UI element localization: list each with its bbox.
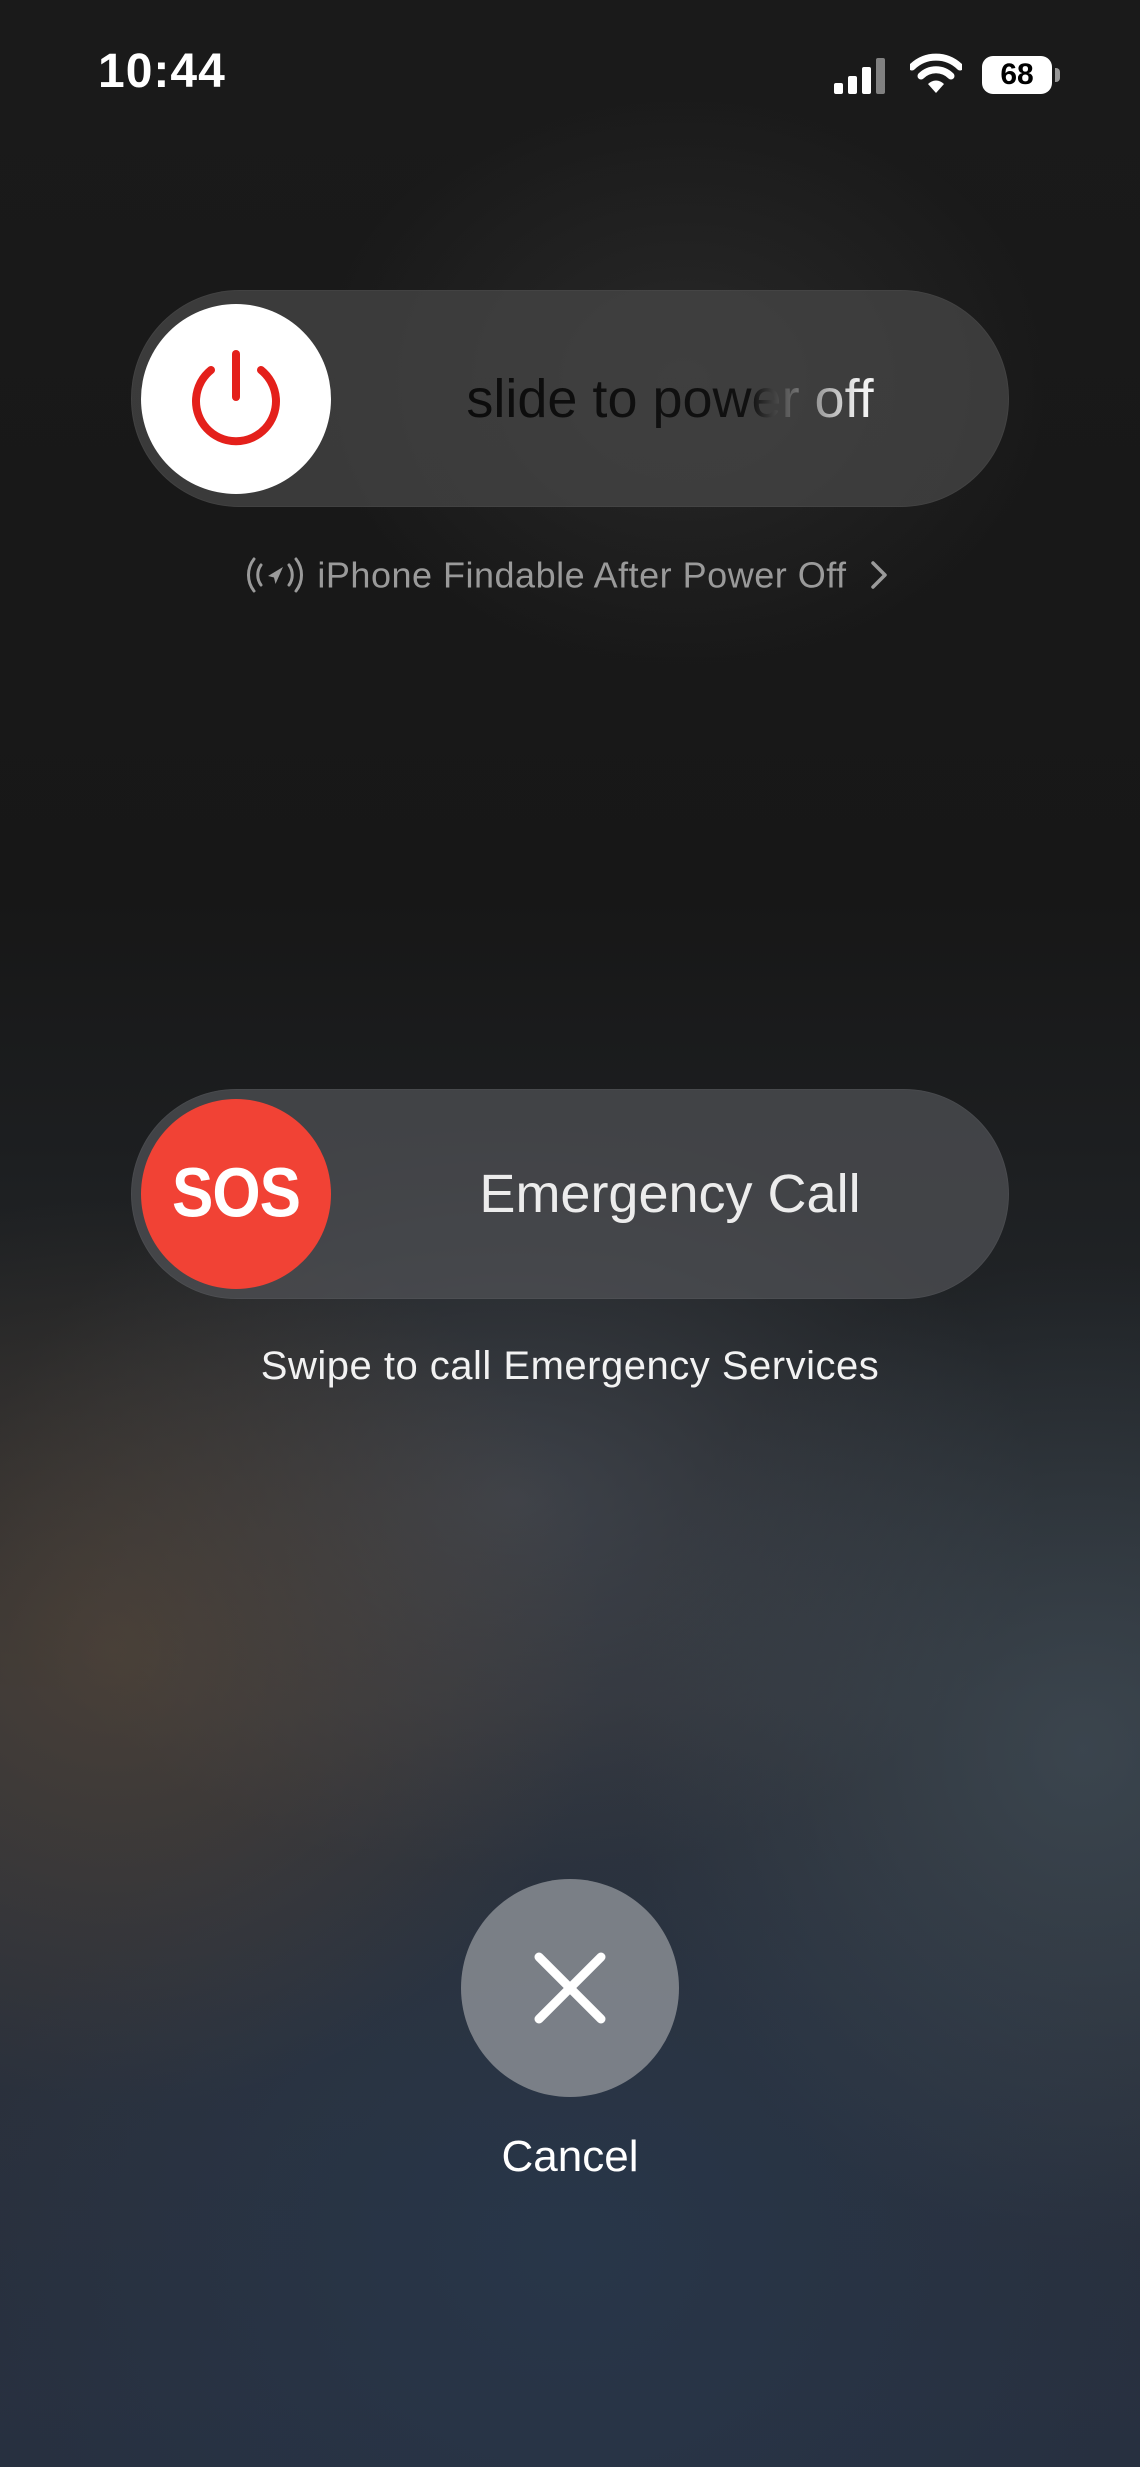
signal-icon xyxy=(834,58,885,94)
power-slider-knob[interactable] xyxy=(141,303,331,494)
wifi-icon xyxy=(910,53,962,93)
close-icon xyxy=(534,1952,606,2024)
emergency-sos-slider[interactable]: SOS Emergency Call xyxy=(131,1089,1009,1299)
status-bar: 10:44 68 xyxy=(0,0,1140,150)
sos-slider-knob[interactable]: SOS xyxy=(141,1099,331,1289)
power-slider-label: slide to power off xyxy=(331,290,1009,507)
battery-level: 68 xyxy=(1000,58,1034,91)
cancel-button[interactable] xyxy=(461,1879,679,2097)
power-icon xyxy=(192,349,280,445)
cancel-label: Cancel xyxy=(501,2132,639,2181)
find-my-icon xyxy=(246,557,303,593)
findable-text: iPhone Findable After Power Off xyxy=(317,554,847,596)
sos-knob-text: SOS xyxy=(172,1154,301,1233)
battery-icon: 68 xyxy=(982,56,1060,94)
sos-slider-label: Emergency Call xyxy=(479,1164,861,1224)
findable-after-power-off-link[interactable]: iPhone Findable After Power Off xyxy=(0,552,1140,597)
sos-hint-text: Swipe to call Emergency Services xyxy=(260,1344,880,1388)
chevron-right-icon xyxy=(871,561,887,590)
power-off-slider[interactable]: slide to power off xyxy=(131,290,1009,507)
status-time: 10:44 xyxy=(98,45,226,98)
